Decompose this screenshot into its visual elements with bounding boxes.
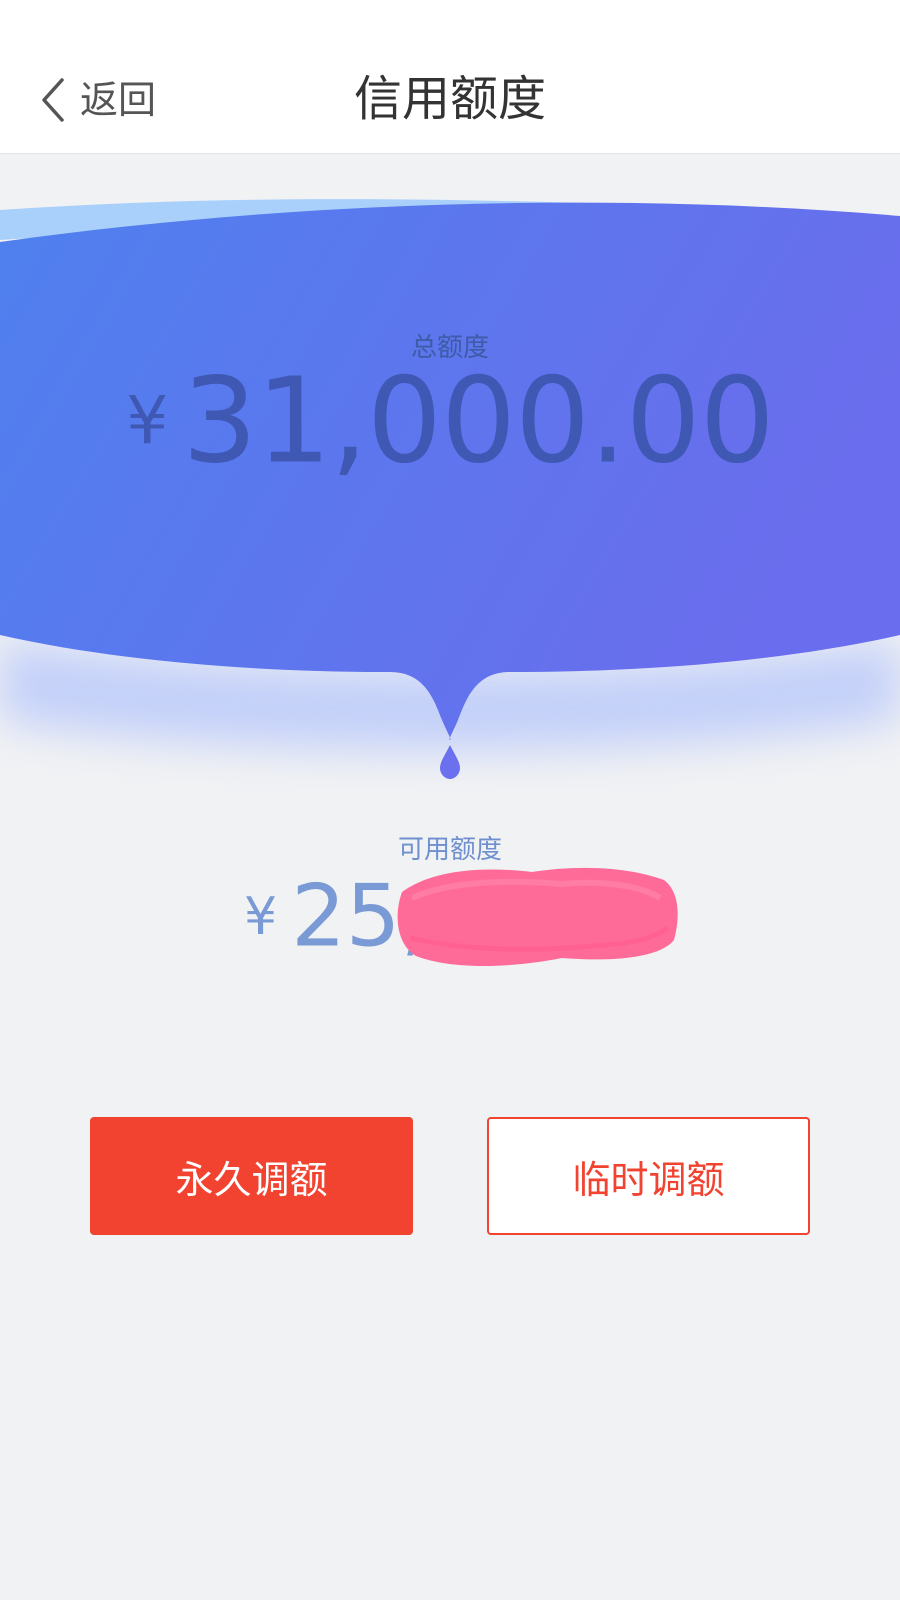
total-credit-amount: ¥31,000.00: [0, 360, 900, 481]
top-nav-bar: 返回 信用额度: [0, 0, 900, 154]
available-currency-symbol: ¥: [244, 886, 278, 947]
total-amount-value: 31,000.00: [182, 351, 775, 490]
redaction-scribble: [397, 867, 678, 966]
total-currency-symbol: ¥: [126, 381, 169, 459]
permanent-adjust-button[interactable]: 永久调额: [90, 1117, 413, 1235]
page-title: 信用额度: [353, 71, 546, 127]
temporary-adjust-button[interactable]: 临时调额: [487, 1117, 810, 1235]
